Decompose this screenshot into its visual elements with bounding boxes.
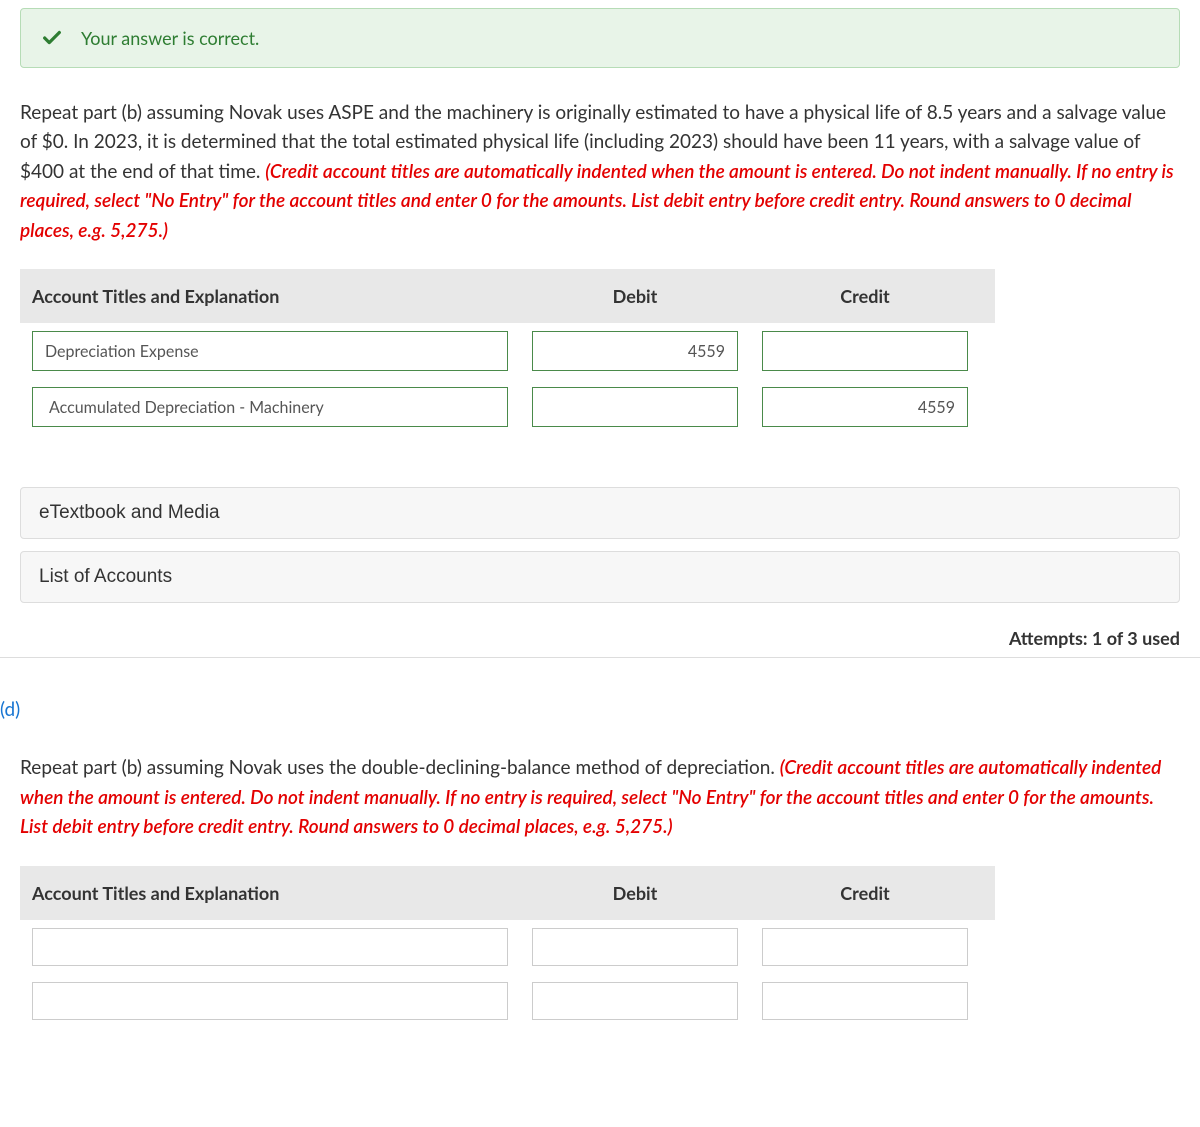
table-row [20,323,995,379]
credit-input[interactable] [762,982,968,1020]
table-row [20,920,995,974]
debit-input[interactable] [532,928,738,966]
journal-table-c: Account Titles and Explanation Debit Cre… [20,269,995,435]
question-d-text: Repeat part (b) assuming Novak uses the … [20,753,1180,841]
etextbook-button[interactable]: eTextbook and Media [20,487,1180,539]
debit-input[interactable] [532,982,738,1020]
table-header-row: Account Titles and Explanation Debit Cre… [20,866,995,920]
attempts-text: Attempts: 1 of 3 used [20,627,1180,649]
credit-input[interactable] [762,331,968,371]
account-title-input[interactable] [32,928,508,966]
credit-input[interactable] [762,387,968,427]
success-banner: Your answer is correct. [20,8,1180,68]
header-credit: Credit [750,269,980,323]
part-d-label: (d) [0,658,1180,753]
question-d-body: Repeat part (b) assuming Novak uses the … [20,756,780,779]
account-title-input[interactable] [32,982,508,1020]
header-credit: Credit [750,866,980,920]
table-row [20,974,995,1028]
account-title-input[interactable] [32,387,508,427]
question-c-text: Repeat part (b) assuming Novak uses ASPE… [20,98,1180,245]
credit-input[interactable] [762,928,968,966]
debit-input[interactable] [532,387,738,427]
check-icon [41,27,63,49]
success-text: Your answer is correct. [81,27,259,49]
header-debit: Debit [520,866,750,920]
header-account-titles: Account Titles and Explanation [20,866,520,920]
journal-table-d: Account Titles and Explanation Debit Cre… [20,866,995,1028]
header-debit: Debit [520,269,750,323]
debit-input[interactable] [532,331,738,371]
header-account-titles: Account Titles and Explanation [20,269,520,323]
table-header-row: Account Titles and Explanation Debit Cre… [20,269,995,323]
table-row [20,379,995,435]
account-title-input[interactable] [32,331,508,371]
list-of-accounts-button[interactable]: List of Accounts [20,551,1180,603]
